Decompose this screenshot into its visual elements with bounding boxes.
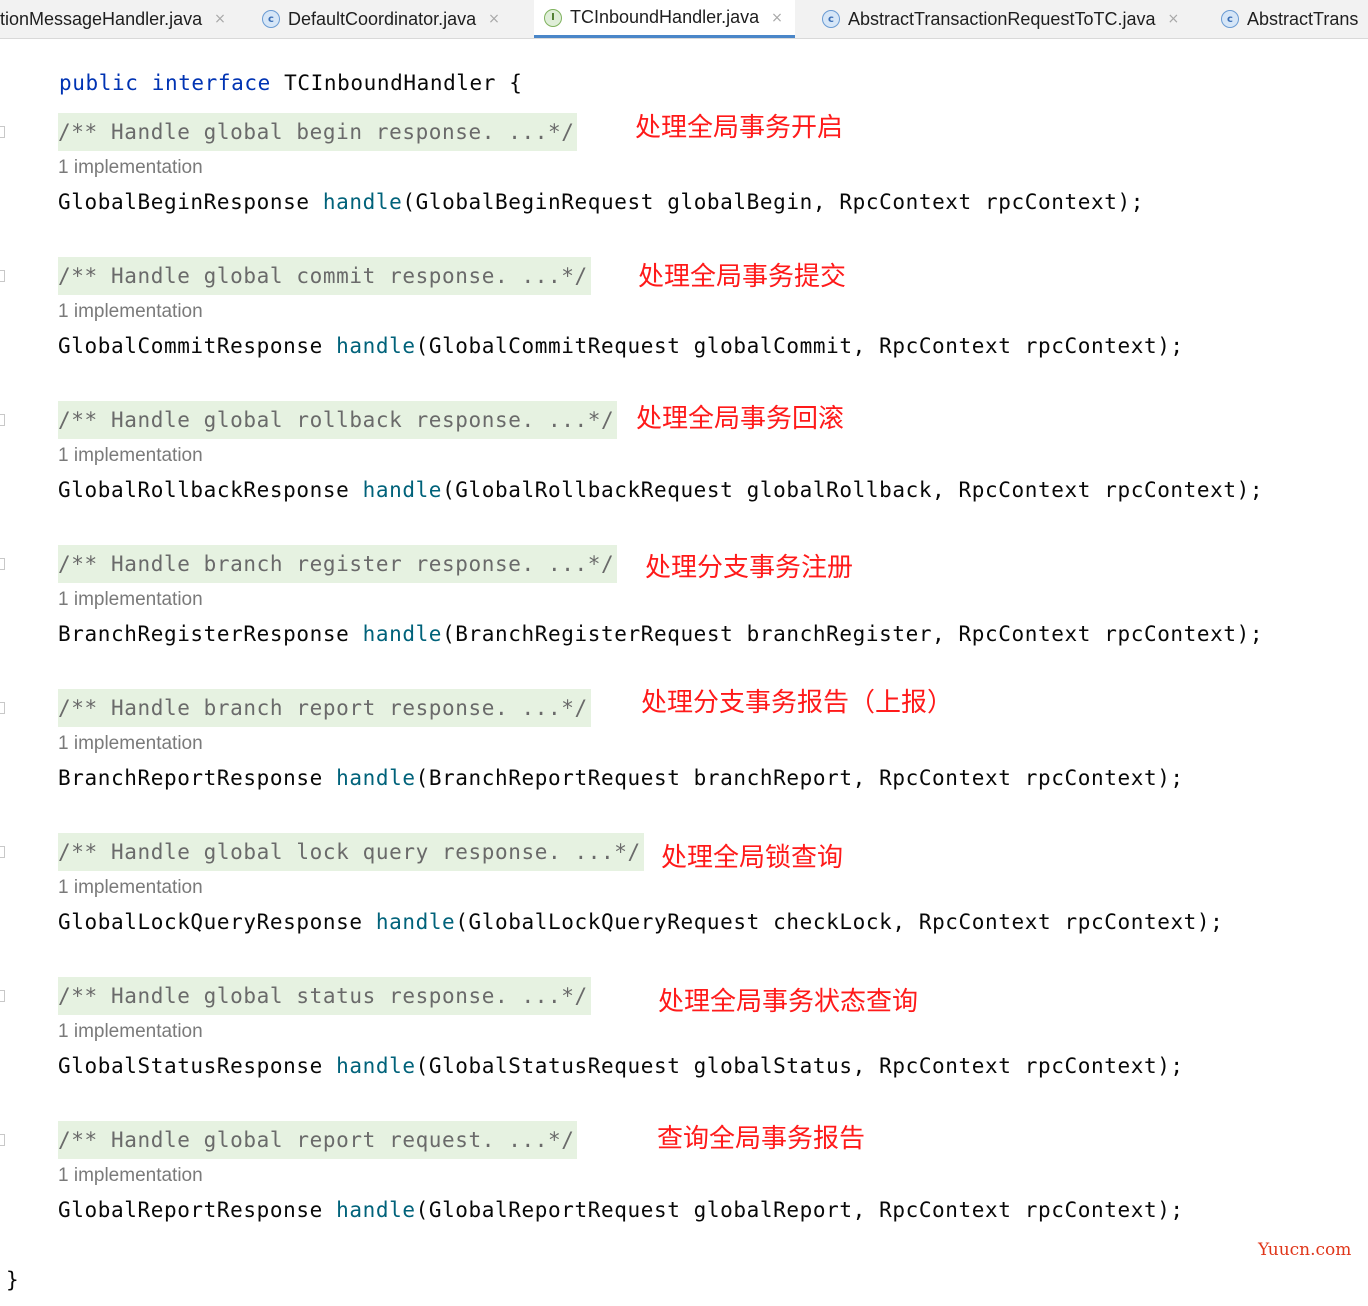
return-type: GlobalReportResponse <box>58 1198 337 1222</box>
doc-comment[interactable]: /** Handle branch register response. ...… <box>58 545 618 583</box>
return-type: BranchRegisterResponse <box>58 622 363 646</box>
return-type: BranchReportResponse <box>58 766 337 790</box>
fold-marker[interactable] <box>0 702 5 714</box>
keyword-public: public <box>58 71 139 95</box>
return-type: GlobalStatusResponse <box>58 1054 337 1078</box>
class-icon: c <box>1221 10 1239 28</box>
doc-comment[interactable]: /** Handle global begin response. ...*/ <box>58 113 578 151</box>
method-name: handle <box>375 910 456 934</box>
close-icon[interactable]: × <box>214 11 226 27</box>
class-icon: c <box>262 10 280 28</box>
tab-label: DefaultCoordinator.java <box>288 8 477 29</box>
return-type: GlobalCommitResponse <box>58 334 337 358</box>
implementation-hint[interactable]: 1 implementation <box>58 1165 203 1187</box>
interface-icon: I <box>544 8 562 27</box>
class-icon: c <box>822 10 840 28</box>
closing-brace: } <box>6 1268 20 1292</box>
method-params: (BranchRegisterRequest branchRegister, R… <box>442 622 1264 646</box>
method-signature: GlobalStatusResponse handle(GlobalStatus… <box>58 1054 1184 1078</box>
method-params: (GlobalLockQueryRequest checkLock, RpcCo… <box>455 910 1224 934</box>
fold-marker[interactable] <box>0 1134 5 1146</box>
doc-comment[interactable]: /** Handle global report request. ...*/ <box>58 1121 578 1159</box>
close-icon[interactable]: × <box>771 10 783 26</box>
fold-marker[interactable] <box>0 558 5 570</box>
tab-abstract-trans[interactable]: c AbstractTrans <box>1221 0 1358 38</box>
implementation-hint[interactable]: 1 implementation <box>58 1021 203 1043</box>
method-params: (GlobalStatusRequest globalStatus, RpcCo… <box>415 1054 1184 1078</box>
method-signature: GlobalBeginResponse handle(GlobalBeginRe… <box>58 190 1144 214</box>
close-icon[interactable]: × <box>488 11 500 27</box>
fold-marker[interactable] <box>0 414 5 426</box>
fold-marker[interactable] <box>0 270 5 282</box>
return-type: GlobalLockQueryResponse <box>58 910 376 934</box>
doc-comment[interactable]: /** Handle global status response. ...*/ <box>58 977 591 1015</box>
method-signature: GlobalCommitResponse handle(GlobalCommit… <box>58 334 1184 358</box>
fold-marker[interactable] <box>0 990 5 1002</box>
method-name: handle <box>322 190 403 214</box>
tab-abstract-transaction-request[interactable]: c AbstractTransactionRequestToTC.java × <box>822 0 1179 38</box>
doc-comment[interactable]: /** Handle branch report response. ...*/ <box>58 689 591 727</box>
method-params: (GlobalCommitRequest globalCommit, RpcCo… <box>415 334 1184 358</box>
implementation-hint[interactable]: 1 implementation <box>58 733 203 755</box>
tab-tc-inbound-handler[interactable]: I TCInboundHandler.java × <box>534 0 795 38</box>
method-signature: BranchRegisterResponse handle(BranchRegi… <box>58 622 1263 646</box>
interface-name: TCInboundHandler { <box>270 71 523 95</box>
annotation-note: 处理分支事务报告（上报） <box>641 688 954 718</box>
tab-default-coordinator[interactable]: c DefaultCoordinator.java × <box>262 0 500 38</box>
implementation-hint[interactable]: 1 implementation <box>58 589 203 611</box>
interface-declaration: public interface TCInboundHandler { <box>6 47 523 119</box>
annotation-note: 处理全局锁查询 <box>661 843 844 873</box>
tab-label: TCInboundHandler.java <box>570 7 760 27</box>
method-name: handle <box>362 622 443 646</box>
method-name: handle <box>336 334 416 358</box>
fold-marker[interactable] <box>0 126 5 138</box>
method-signature: GlobalReportResponse handle(GlobalReport… <box>58 1198 1184 1222</box>
method-name: handle <box>336 766 416 790</box>
method-signature: BranchReportResponse handle(BranchReport… <box>58 766 1184 790</box>
watermark: Yuucn.com <box>1258 1240 1352 1260</box>
annotation-note: 处理全局事务开启 <box>635 113 844 143</box>
tab-label: tionMessageHandler.java <box>0 8 203 29</box>
method-name: handle <box>336 1198 416 1222</box>
tab-label: AbstractTrans <box>1247 8 1359 29</box>
annotation-note: 处理全局事务回滚 <box>636 404 845 434</box>
return-type: GlobalRollbackResponse <box>58 478 363 502</box>
method-params: (GlobalReportRequest globalReport, RpcCo… <box>415 1198 1184 1222</box>
method-name: handle <box>336 1054 416 1078</box>
close-icon[interactable]: × <box>1167 11 1179 27</box>
method-signature: GlobalLockQueryResponse handle(GlobalLoc… <box>58 910 1223 934</box>
annotation-note: 查询全局事务报告 <box>657 1124 866 1154</box>
fold-marker[interactable] <box>0 846 5 858</box>
method-name: handle <box>362 478 443 502</box>
annotation-note: 处理分支事务注册 <box>645 553 854 583</box>
tab-label: AbstractTransactionRequestToTC.java <box>848 8 1156 29</box>
annotation-note: 处理全局事务提交 <box>638 262 847 292</box>
implementation-hint[interactable]: 1 implementation <box>58 445 203 467</box>
method-params: (GlobalBeginRequest globalBegin, RpcCont… <box>402 190 1144 214</box>
annotation-note: 处理全局事务状态查询 <box>658 987 919 1017</box>
keyword-interface: interface <box>151 71 271 95</box>
doc-comment[interactable]: /** Handle global lock query response. .… <box>58 833 644 871</box>
method-params: (BranchReportRequest branchReport, RpcCo… <box>415 766 1184 790</box>
code-editor[interactable]: public interface TCInboundHandler { /** … <box>0 39 1368 1306</box>
doc-comment[interactable]: /** Handle global commit response. ...*/ <box>58 257 591 295</box>
method-params: (GlobalRollbackRequest globalRollback, R… <box>442 478 1264 502</box>
implementation-hint[interactable]: 1 implementation <box>58 877 203 899</box>
doc-comment[interactable]: /** Handle global rollback response. ...… <box>58 401 618 439</box>
editor-tab-bar: tionMessageHandler.java × c DefaultCoord… <box>0 0 1368 39</box>
method-signature: GlobalRollbackResponse handle(GlobalRoll… <box>58 478 1263 502</box>
implementation-hint[interactable]: 1 implementation <box>58 301 203 323</box>
tab-tion-message-handler[interactable]: tionMessageHandler.java × <box>0 0 226 38</box>
return-type: GlobalBeginResponse <box>58 190 323 214</box>
implementation-hint[interactable]: 1 implementation <box>58 157 203 179</box>
